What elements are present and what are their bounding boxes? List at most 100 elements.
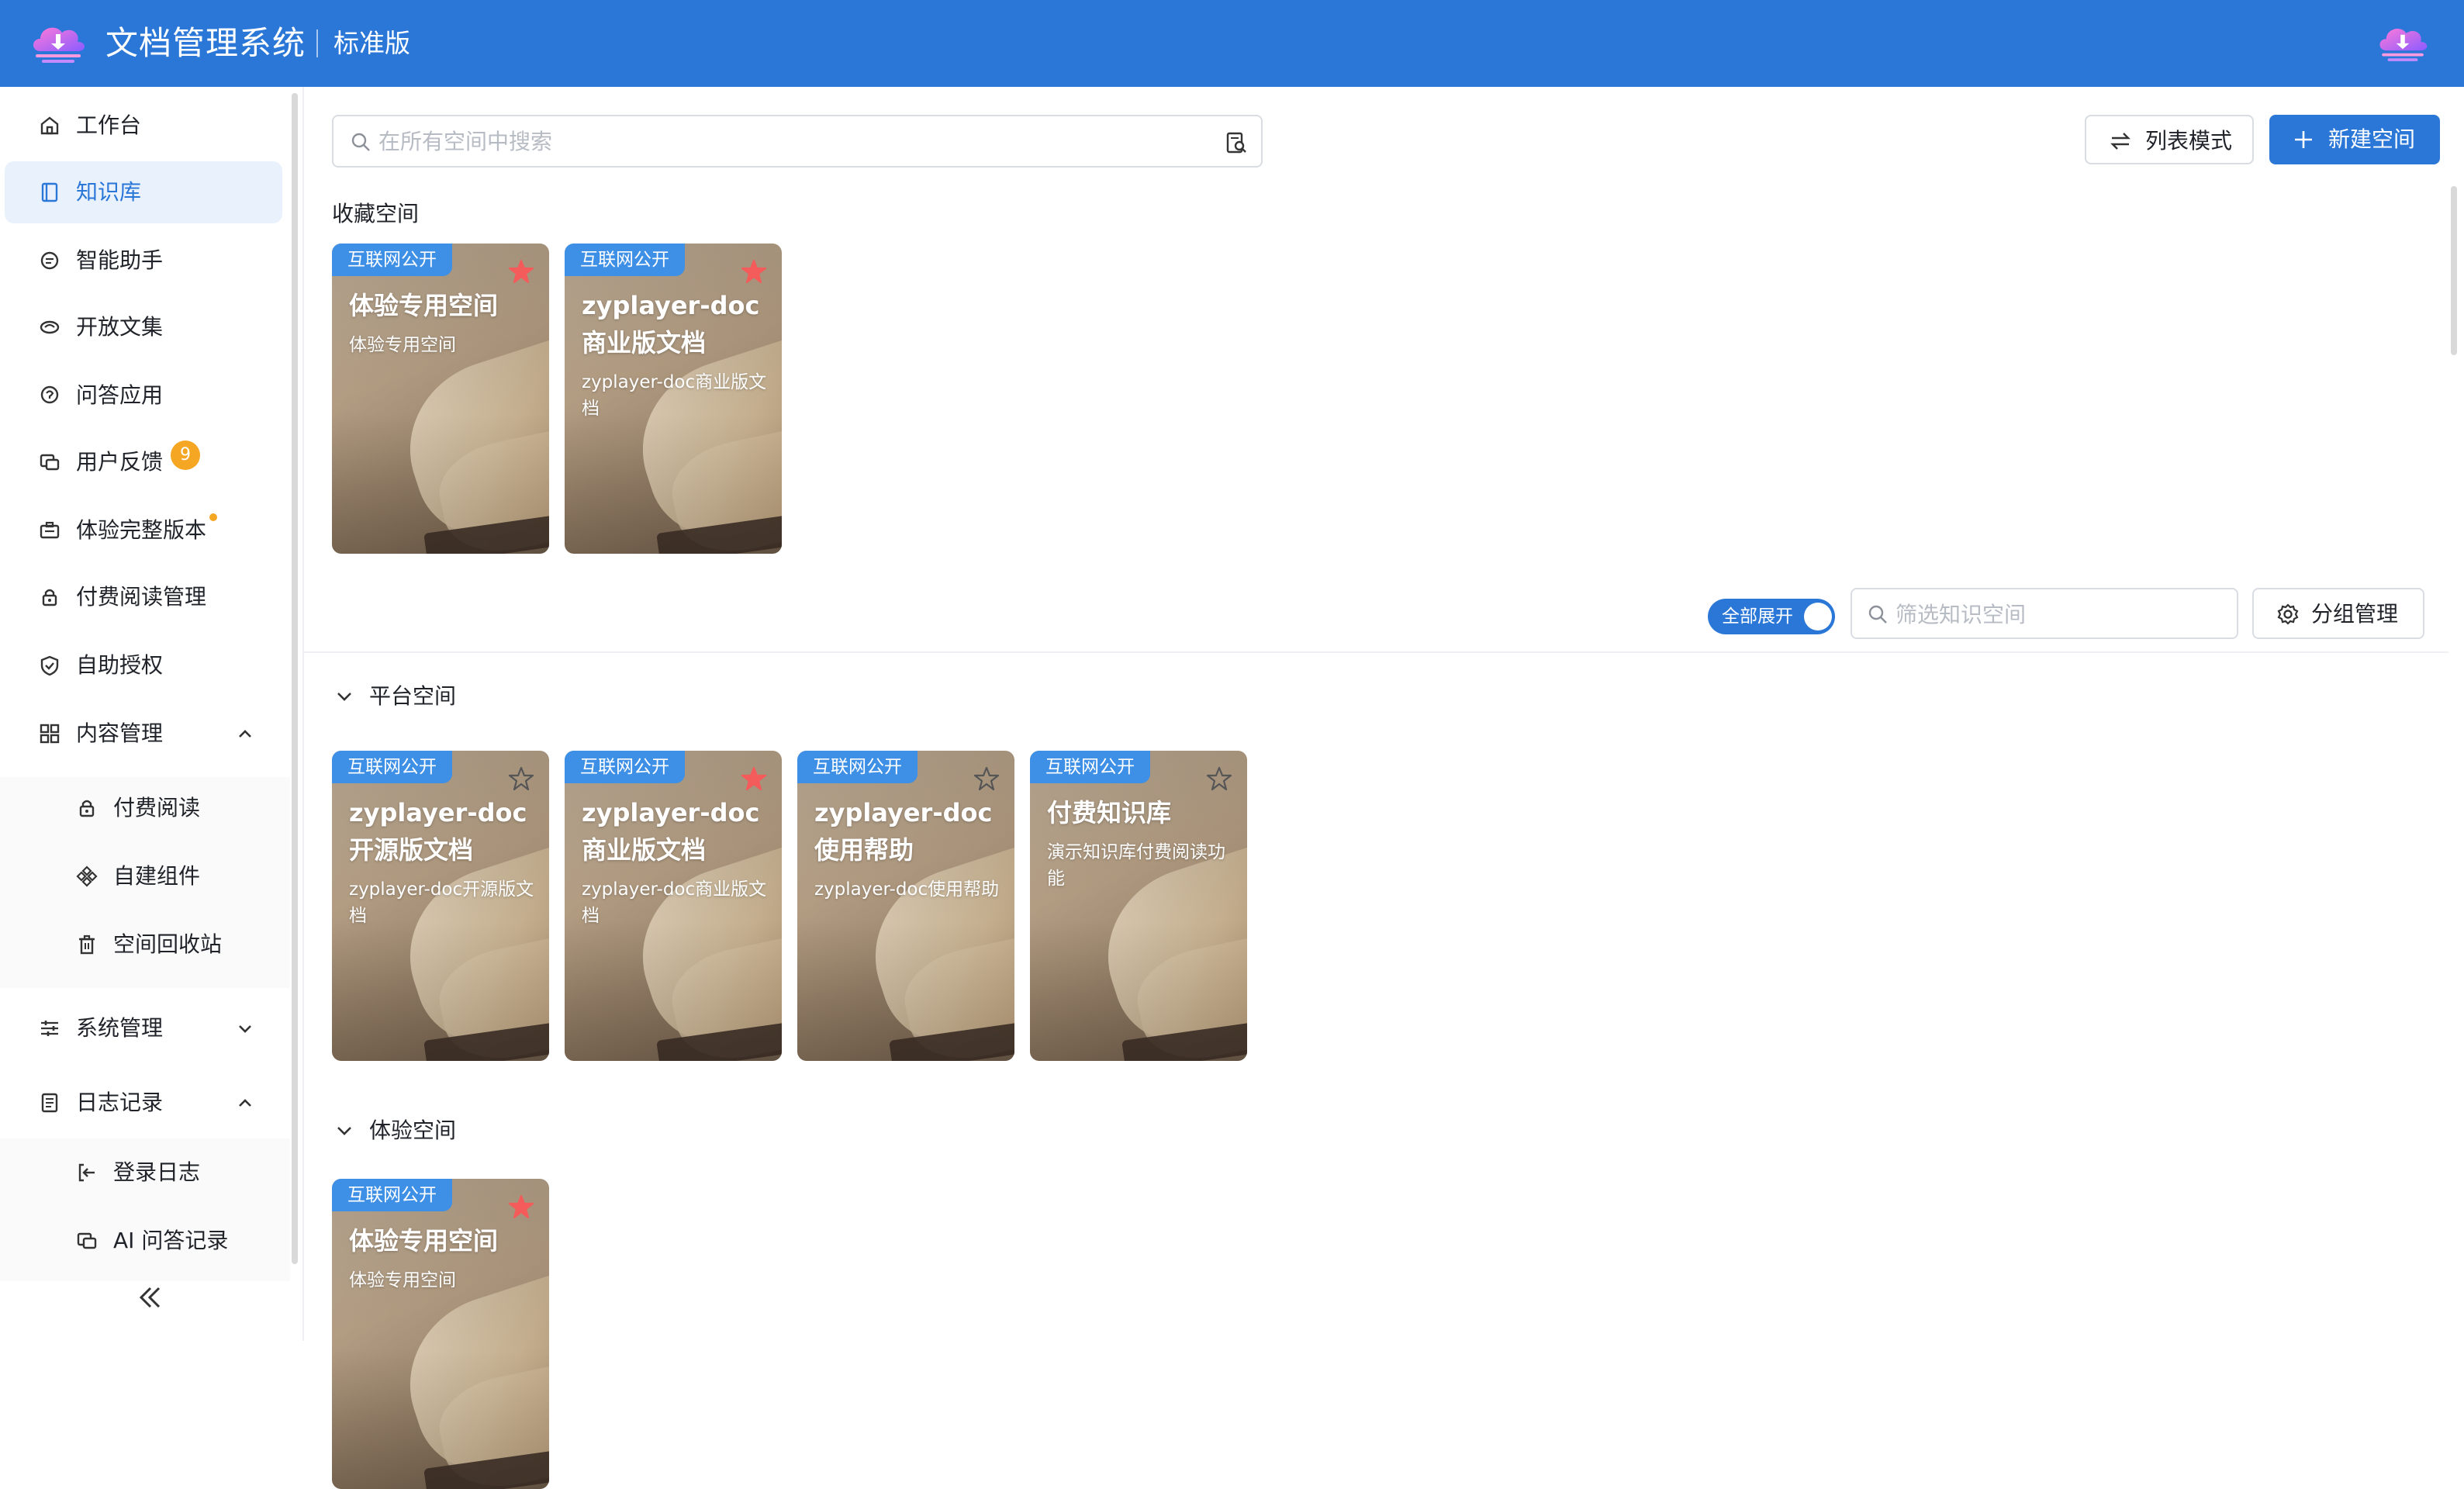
plus-icon bbox=[2295, 131, 2312, 148]
favorites-title: 收藏空间 bbox=[332, 201, 420, 226]
sidebar-item-qa-app[interactable]: 问答应用 bbox=[0, 364, 287, 427]
cloud-logo-icon[interactable] bbox=[28, 17, 88, 67]
space-card[interactable]: 互联网公开 zyplayer-doc商业版文档 zyplayer-doc商业版文档 bbox=[565, 751, 782, 1061]
space-card[interactable]: 互联网公开 付费知识库 演示知识库付费阅读功能 bbox=[1030, 751, 1247, 1061]
main-scrollbar[interactable] bbox=[2451, 186, 2457, 355]
chevron-up-icon[interactable] bbox=[233, 721, 257, 746]
sidebar-item-content-manage[interactable]: 内容管理 bbox=[0, 703, 287, 765]
sidebar-item-label: 智能助手 bbox=[76, 247, 164, 273]
feedback-icon bbox=[40, 454, 60, 471]
global-search-input[interactable] bbox=[378, 126, 1170, 157]
sidebar-subitem-ai-qa-log[interactable]: AI 问答记录 bbox=[0, 1210, 287, 1272]
shield-icon bbox=[40, 655, 59, 676]
star-filled-icon[interactable] bbox=[740, 765, 768, 793]
sidebar-item-knowledge-base[interactable]: 知识库 bbox=[5, 161, 282, 223]
chevron-down-icon bbox=[337, 1127, 351, 1135]
visibility-tag: 互联网公开 bbox=[565, 751, 685, 783]
new-dot-badge bbox=[209, 513, 217, 521]
chat-icon bbox=[40, 251, 59, 270]
sidebar-item-open-collection[interactable]: 开放文集 bbox=[0, 296, 287, 358]
sidebar-item-label: 日志记录 bbox=[76, 1090, 164, 1115]
sidebar-item-label: 自助授权 bbox=[76, 652, 164, 678]
sidebar-subitem-login-log[interactable]: 登录日志 bbox=[0, 1142, 287, 1204]
sidebar-item-user-feedback[interactable]: 用户反馈 9 bbox=[0, 431, 287, 493]
grid-icon bbox=[40, 724, 60, 744]
visibility-tag: 互联网公开 bbox=[565, 244, 685, 276]
visibility-tag: 互联网公开 bbox=[797, 751, 918, 783]
space-card[interactable]: 互联网公开 zyplayer-doc商业版文档 zyplayer-doc商业版文档 bbox=[565, 244, 782, 554]
card-title: 体验专用空间 bbox=[349, 1226, 499, 1256]
card-description: 体验专用空间 bbox=[349, 335, 456, 355]
visibility-tag: 互联网公开 bbox=[332, 751, 452, 783]
star-filled-icon[interactable] bbox=[740, 257, 768, 285]
content-manage-submenu: 付费阅读 自建组件 空间回收站 bbox=[0, 777, 290, 988]
sidebar-subitem-space-recycle[interactable]: 空间回收站 bbox=[0, 914, 287, 976]
card-description: zyplayer-doc商业版文档 bbox=[582, 372, 767, 419]
sidebar-item-self-authorization[interactable]: 自助授权 bbox=[0, 634, 287, 696]
new-space-button[interactable]: 新建空间 bbox=[2269, 115, 2440, 164]
star-outline-icon[interactable] bbox=[973, 765, 1000, 793]
filter-space-input[interactable] bbox=[1896, 599, 2221, 630]
card-title: 付费知识库 bbox=[1047, 798, 1172, 827]
group-manage-button[interactable]: 分组管理 bbox=[2252, 588, 2424, 639]
section-divider bbox=[304, 651, 2448, 653]
login-icon bbox=[78, 1163, 95, 1182]
sidebar-scrollbar[interactable] bbox=[292, 93, 298, 1264]
card-title: zyplayer-doc使用帮助 bbox=[814, 798, 993, 865]
sidebar: 工作台 知识库 智能助手 开放文集 问答应用 用户反馈 9 体验完整版本 付费阅… bbox=[0, 87, 304, 1341]
log-icon bbox=[41, 1093, 58, 1113]
expand-all-label: 全部展开 bbox=[1722, 606, 1793, 627]
star-outline-icon[interactable] bbox=[507, 765, 535, 793]
filter-space-box[interactable] bbox=[1851, 588, 2238, 639]
group-manage-label: 分组管理 bbox=[2311, 601, 2399, 627]
sliders-icon bbox=[41, 1021, 58, 1036]
gear-icon bbox=[2277, 603, 2299, 625]
global-search-box[interactable] bbox=[332, 115, 1263, 168]
visibility-tag: 互联网公开 bbox=[332, 1179, 452, 1211]
lock-icon bbox=[42, 589, 57, 606]
sidebar-subitem-label: 自建组件 bbox=[113, 863, 201, 889]
toggle-knob bbox=[1804, 603, 1832, 630]
sidebar-item-label: 系统管理 bbox=[76, 1015, 164, 1041]
sidebar-item-workbench[interactable]: 工作台 bbox=[0, 95, 287, 157]
card-description: 体验专用空间 bbox=[349, 1270, 456, 1290]
card-title: 体验专用空间 bbox=[349, 291, 499, 320]
card-description: zyplayer-doc使用帮助 bbox=[814, 879, 1000, 900]
sidebar-item-paid-reading-manage[interactable]: 付费阅读管理 bbox=[0, 566, 287, 628]
qa-icon bbox=[40, 385, 59, 404]
sidebar-item-system-manage[interactable]: 系统管理 bbox=[0, 997, 287, 1059]
list-mode-button[interactable]: 列表模式 bbox=[2085, 115, 2254, 164]
search-icon bbox=[351, 133, 370, 151]
sidebar-item-label: 内容管理 bbox=[76, 720, 164, 746]
list-mode-label: 列表模式 bbox=[2145, 128, 2233, 154]
ai-chat-icon bbox=[77, 1232, 97, 1249]
sidebar-subitem-label: 登录日志 bbox=[113, 1159, 201, 1185]
space-card[interactable]: 互联网公开 zyplayer-doc使用帮助 zyplayer-doc使用帮助 bbox=[797, 751, 1014, 1061]
chevron-down-icon[interactable] bbox=[233, 1016, 257, 1041]
sidebar-item-logs[interactable]: 日志记录 bbox=[0, 1072, 287, 1134]
sidebar-subitem-custom-component[interactable]: 自建组件 bbox=[0, 845, 287, 907]
briefcase-icon bbox=[40, 521, 60, 539]
space-card[interactable]: 互联网公开 体验专用空间 体验专用空间 bbox=[332, 1179, 549, 1489]
star-outline-icon[interactable] bbox=[1205, 765, 1233, 793]
space-card[interactable]: 互联网公开 zyplayer-doc开源版文档 zyplayer-doc开源版文档 bbox=[332, 751, 549, 1061]
expand-all-toggle[interactable]: 全部展开 bbox=[1708, 599, 1835, 634]
sidebar-item-full-version[interactable]: 体验完整版本 bbox=[0, 499, 287, 561]
space-card[interactable]: 互联网公开 体验专用空间 体验专用空间 bbox=[332, 244, 549, 554]
sidebar-item-ai-assistant[interactable]: 智能助手 bbox=[0, 230, 287, 292]
sidebar-subitem-paid-reading[interactable]: 付费阅读 bbox=[0, 777, 287, 839]
component-icon bbox=[76, 865, 98, 887]
star-filled-icon[interactable] bbox=[507, 1193, 535, 1221]
advanced-search-icon[interactable] bbox=[1224, 130, 1249, 155]
chevron-up-icon[interactable] bbox=[233, 1090, 257, 1115]
book-icon bbox=[41, 182, 58, 202]
sidebar-item-label: 开放文集 bbox=[76, 314, 164, 340]
open-collection-icon bbox=[40, 320, 60, 334]
new-space-label: 新建空间 bbox=[2328, 126, 2416, 152]
group-title: 平台空间 bbox=[369, 683, 457, 709]
sidebar-item-label: 付费阅读管理 bbox=[76, 584, 207, 610]
star-filled-icon[interactable] bbox=[507, 257, 535, 285]
sidebar-item-label: 工作台 bbox=[76, 112, 142, 138]
collapse-sidebar-icon[interactable] bbox=[133, 1281, 166, 1314]
user-cloud-avatar-icon[interactable] bbox=[2375, 19, 2431, 65]
